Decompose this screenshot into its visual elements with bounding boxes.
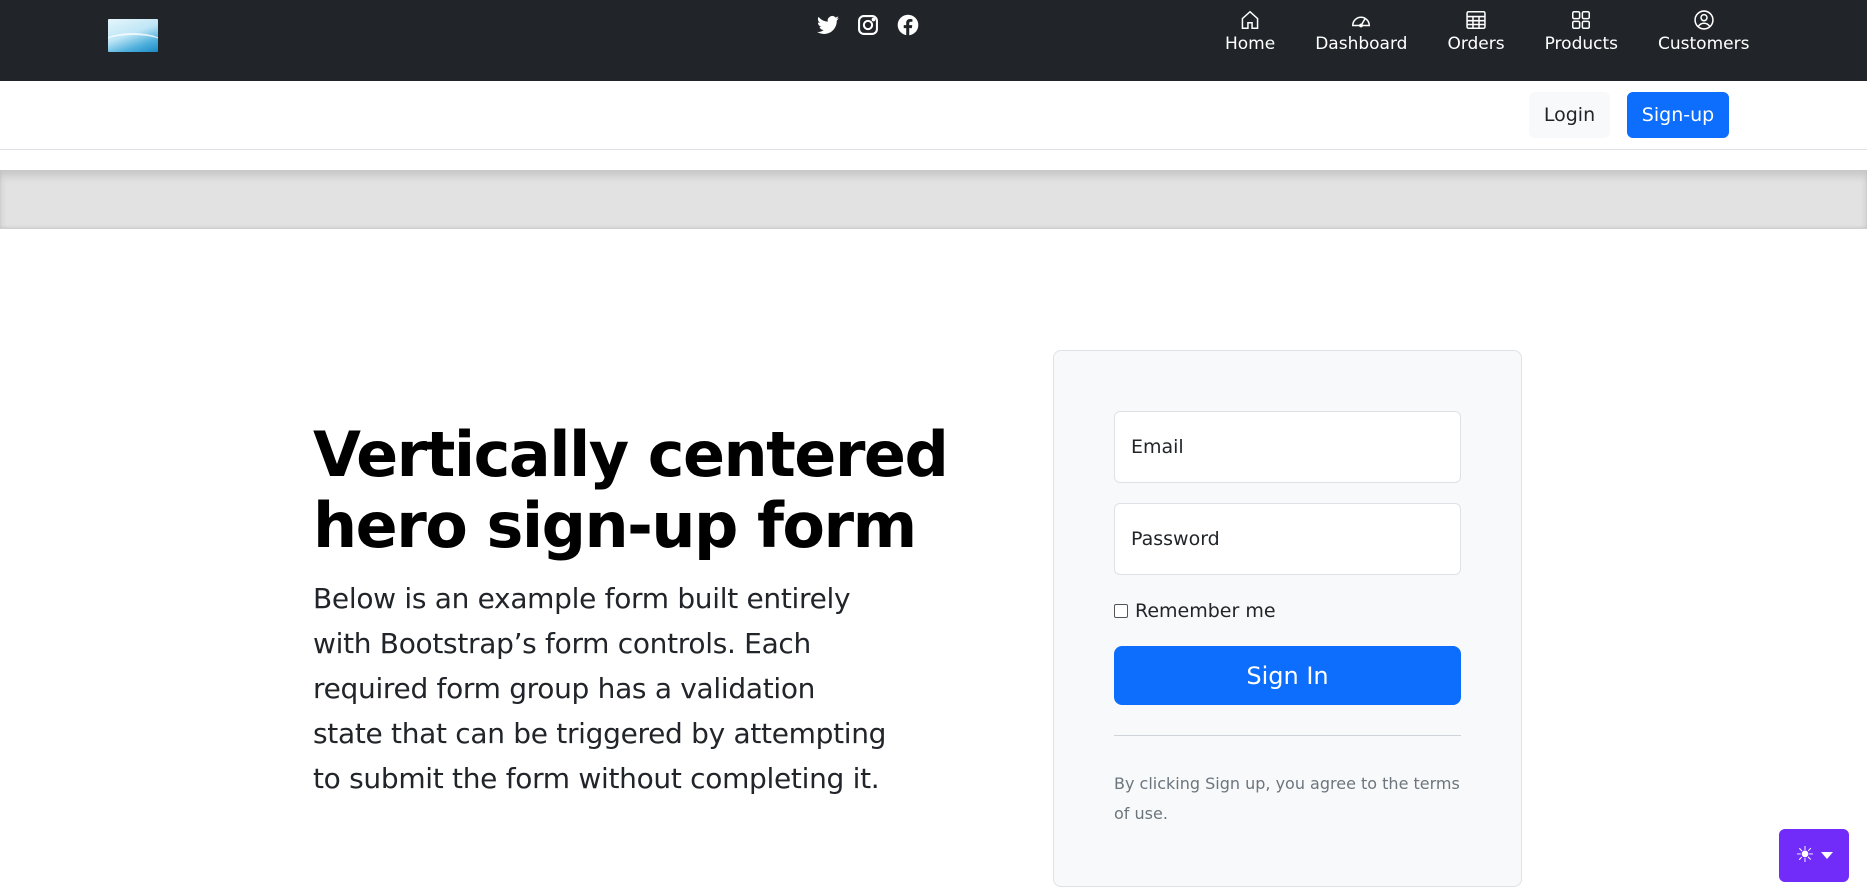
- theme-toggle-button[interactable]: ☀: [1779, 829, 1849, 882]
- nav-label: Customers: [1658, 34, 1750, 54]
- twitter-icon[interactable]: [817, 14, 839, 36]
- sun-icon: ☀: [1795, 842, 1815, 868]
- hero-title: Vertically centered hero sign-up form: [313, 418, 949, 562]
- remember-label: Remember me: [1135, 600, 1276, 622]
- nav-label: Home: [1225, 34, 1276, 54]
- password-field[interactable]: [1114, 503, 1461, 575]
- nav-item-customers[interactable]: Customers: [1638, 9, 1769, 54]
- email-field[interactable]: [1114, 411, 1461, 483]
- signup-form-card: Remember me Sign In By clicking Sign up,…: [1053, 350, 1522, 887]
- signup-button[interactable]: Sign-up: [1627, 92, 1729, 138]
- facebook-icon[interactable]: [897, 14, 919, 36]
- speedometer-icon: [1352, 16, 1371, 28]
- nav-item-orders[interactable]: Orders: [1427, 9, 1524, 54]
- brand-logo[interactable]: [108, 19, 158, 52]
- nav-item-products[interactable]: Products: [1525, 9, 1638, 54]
- secondary-header: Login Sign-up: [0, 81, 1867, 150]
- nav-label: Orders: [1447, 34, 1505, 54]
- login-button[interactable]: Login: [1529, 92, 1610, 138]
- top-navbar: Home Dashboard Orders Products Customers: [0, 0, 1867, 81]
- form-divider: [1114, 735, 1461, 736]
- nav-label: Products: [1544, 34, 1619, 54]
- home-icon: [1241, 10, 1259, 30]
- nav-label: Dashboard: [1315, 34, 1408, 54]
- table-icon: [1466, 10, 1486, 30]
- hero-description: Below is an example form built entirely …: [313, 582, 887, 795]
- remember-checkbox[interactable]: [1114, 604, 1128, 618]
- caret-down-icon: [1820, 852, 1833, 859]
- main-nav: Home Dashboard Orders Products Customers: [1205, 9, 1769, 54]
- divider-band: [0, 170, 1867, 229]
- instagram-icon[interactable]: [857, 14, 879, 36]
- person-circle-icon: [1694, 10, 1714, 30]
- nav-item-home[interactable]: Home: [1205, 9, 1295, 54]
- remember-me[interactable]: Remember me: [1114, 600, 1276, 622]
- terms-text: By clicking Sign up, you agree to the te…: [1114, 774, 1460, 823]
- sign-in-button[interactable]: Sign In: [1114, 646, 1461, 705]
- social-links: [817, 14, 919, 36]
- grid-icon: [1572, 10, 1591, 30]
- nav-item-dashboard[interactable]: Dashboard: [1295, 9, 1427, 54]
